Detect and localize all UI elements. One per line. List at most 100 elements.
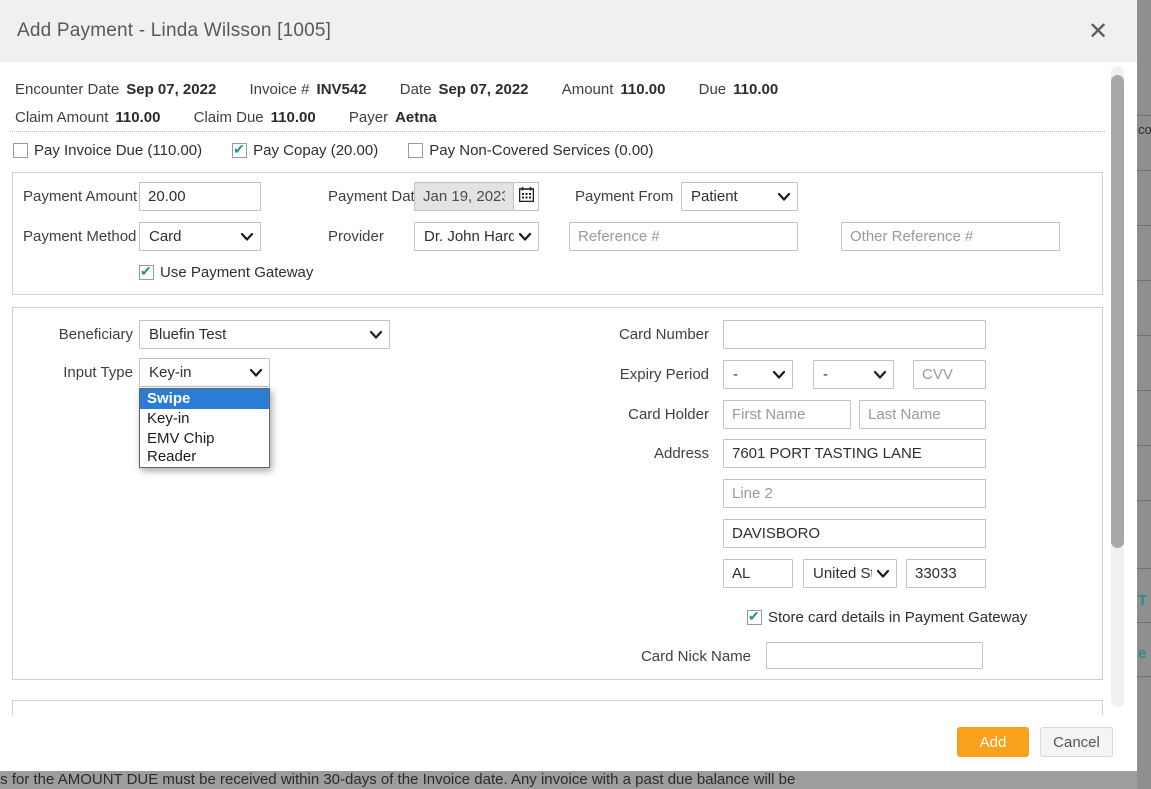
pay-copay-checkbox[interactable]: Pay Copay (20.00) <box>232 142 378 159</box>
card-holder-label: Card Holder <box>573 400 709 429</box>
background-page-bottom: ts for the AMOUNT DUE must be received w… <box>0 771 1137 789</box>
calendar-icon <box>519 187 534 207</box>
payment-from-value: Patient <box>691 188 738 205</box>
expiry-month-value: - <box>733 366 738 383</box>
due-value: 110.00 <box>733 81 778 98</box>
input-type-label: Input Type <box>23 358 133 387</box>
expiry-year-value: - <box>823 366 828 383</box>
background-row-divider <box>1137 445 1151 446</box>
modal-header: Add Payment - Linda Wilsson [1005] ✕ <box>0 0 1137 62</box>
use-payment-gateway-checkbox[interactable]: Use Payment Gateway <box>139 264 313 281</box>
background-text-fragment: e <box>1138 645 1146 662</box>
close-icon[interactable]: ✕ <box>1084 17 1112 45</box>
chevron-down-icon <box>773 371 785 379</box>
encounter-date-label: Encounter Date <box>15 81 119 98</box>
checkbox-unchecked-icon[interactable] <box>408 143 423 158</box>
expiry-period-label: Expiry Period <box>573 360 709 389</box>
checkbox-checked-icon[interactable] <box>747 610 762 625</box>
invoice-date-label: Date <box>400 81 432 98</box>
calendar-button[interactable] <box>513 182 539 211</box>
background-page-right: co T e <box>1137 0 1151 789</box>
reference-number-input[interactable] <box>569 222 798 251</box>
pay-invoice-due-checkbox[interactable]: Pay Invoice Due (110.00) <box>13 142 202 159</box>
address-line1-input[interactable] <box>723 439 986 468</box>
background-text-line: ts for the AMOUNT DUE must be received w… <box>0 771 795 788</box>
card-nickname-input[interactable] <box>766 642 983 669</box>
claim-due-label: Claim Due <box>194 109 264 126</box>
background-row-divider <box>1137 170 1151 171</box>
background-row-divider <box>1137 390 1151 391</box>
add-button[interactable]: Add <box>957 727 1029 757</box>
other-reference-input[interactable] <box>841 222 1060 251</box>
encounter-date-value: Sep 07, 2022 <box>126 81 216 98</box>
pay-copay-label: Pay Copay (20.00) <box>253 142 378 159</box>
dropdown-option-swipe[interactable]: Swipe <box>140 389 269 409</box>
scrollbar-thumb[interactable] <box>1111 75 1124 548</box>
background-row-divider <box>1137 676 1151 677</box>
clipped-section <box>12 700 1103 715</box>
chevron-down-icon <box>370 331 382 339</box>
chevron-down-icon <box>874 371 886 379</box>
expiry-year-select[interactable]: - <box>813 360 894 389</box>
invoice-number-value: INV542 <box>317 81 367 98</box>
cvv-input[interactable] <box>913 360 986 389</box>
claim-amount-value: 110.00 <box>115 109 160 126</box>
pay-noncovered-checkbox[interactable]: Pay Non-Covered Services (0.00) <box>408 142 653 159</box>
first-name-input[interactable] <box>723 400 851 429</box>
card-number-input[interactable] <box>723 320 986 349</box>
payment-date-label: Payment Date <box>328 182 423 211</box>
payment-from-select[interactable]: Patient <box>681 182 798 211</box>
last-name-input[interactable] <box>859 400 986 429</box>
zip-input[interactable] <box>906 559 986 588</box>
dropdown-option-emv[interactable]: EMV Chip Reader <box>140 429 269 467</box>
card-nickname-label: Card Nick Name <box>613 642 751 671</box>
use-payment-gateway-label: Use Payment Gateway <box>160 264 313 281</box>
chevron-down-icon <box>241 233 253 241</box>
address-label: Address <box>573 439 709 468</box>
background-row-divider <box>1137 622 1151 623</box>
checkbox-checked-icon[interactable] <box>232 143 247 158</box>
input-type-select[interactable]: Key-in <box>139 358 270 387</box>
due-label: Due <box>699 81 727 98</box>
invoice-number-label: Invoice # <box>249 81 309 98</box>
city-input[interactable] <box>723 519 986 548</box>
payment-amount-label: Payment Amount <box>23 182 137 211</box>
beneficiary-select[interactable]: Bluefin Test <box>139 320 390 349</box>
card-details-section: Beneficiary Bluefin Test Input Type Key-… <box>12 307 1103 680</box>
beneficiary-value: Bluefin Test <box>149 326 226 343</box>
dropdown-option-key-in[interactable]: Key-in <box>140 409 269 429</box>
claim-amount-label: Claim Amount <box>15 109 108 126</box>
input-type-value: Key-in <box>149 364 192 381</box>
background-text-fragment: T <box>1138 592 1147 609</box>
dotted-divider <box>10 131 1105 132</box>
payment-amount-input[interactable] <box>139 182 261 211</box>
state-input[interactable] <box>723 559 793 588</box>
invoice-date-value: Sep 07, 2022 <box>438 81 528 98</box>
payment-date-input <box>414 182 513 211</box>
chevron-down-icon <box>877 570 889 578</box>
chevron-down-icon <box>778 193 790 201</box>
cancel-button[interactable]: Cancel <box>1040 727 1113 757</box>
provider-select[interactable]: Dr. John Hardy <box>414 222 539 251</box>
payer-label: Payer <box>349 109 388 126</box>
expiry-month-select[interactable]: - <box>723 360 793 389</box>
screen: Add Payment - Linda Wilsson [1005] ✕ Enc… <box>0 0 1151 789</box>
address-line2-input[interactable] <box>723 479 986 508</box>
background-row-divider <box>1137 280 1151 281</box>
input-type-dropdown: Swipe Key-in EMV Chip Reader <box>139 388 270 468</box>
background-row-divider <box>1137 568 1151 569</box>
card-number-label: Card Number <box>573 320 709 349</box>
payment-method-value: Card <box>149 228 182 245</box>
store-card-label: Store card details in Payment Gateway <box>768 609 1027 626</box>
store-card-checkbox[interactable]: Store card details in Payment Gateway <box>747 609 1027 626</box>
payment-method-select[interactable]: Card <box>139 222 261 251</box>
background-row-divider <box>1137 115 1151 116</box>
scrollbar-track[interactable] <box>1111 66 1124 707</box>
amount-value: 110.00 <box>620 81 665 98</box>
checkbox-checked-icon[interactable] <box>139 265 154 280</box>
encounter-summary-row-1: Encounter Date Sep 07, 2022 Invoice # INV5… <box>15 81 807 98</box>
checkbox-unchecked-icon[interactable] <box>13 143 28 158</box>
country-select[interactable]: United St <box>803 559 897 588</box>
pay-options-row: Pay Invoice Due (110.00) Pay Copay (20.0… <box>13 142 654 159</box>
payment-date-group <box>414 182 539 211</box>
